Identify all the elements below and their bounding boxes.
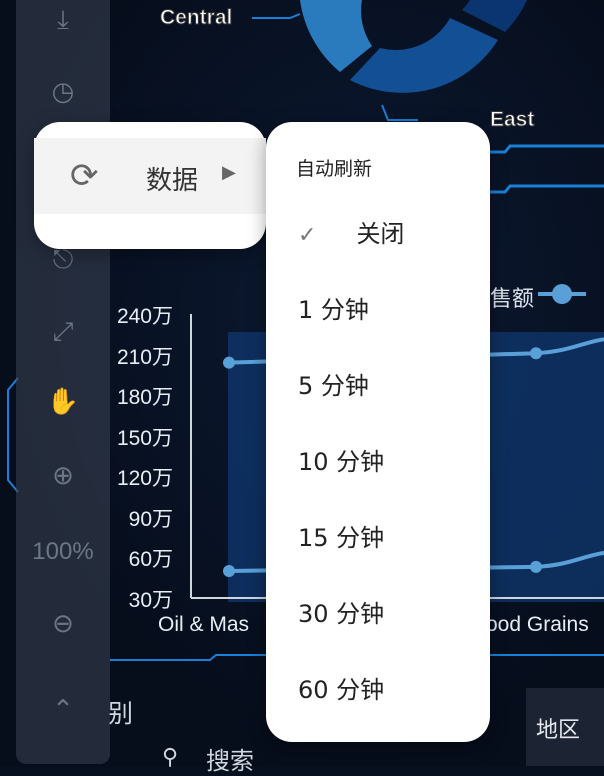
- download-icon[interactable]: ⤓: [16, 4, 110, 36]
- search-icon[interactable]: ⚲: [162, 744, 178, 770]
- submenu-item[interactable]: 60 分钟: [298, 670, 384, 705]
- submenu-item-label: 30 分钟: [298, 600, 385, 628]
- region-label: 地区: [536, 717, 581, 742]
- submenu-item[interactable]: 30 分钟: [298, 594, 384, 629]
- submenu-item-label: 10 分钟: [298, 448, 385, 476]
- submenu-item-label: 60 分钟: [298, 676, 385, 704]
- chevron-up-icon[interactable]: ⌃: [16, 694, 110, 725]
- submenu-arrow-icon: ▶: [222, 162, 236, 182]
- category-label: 别: [108, 700, 134, 728]
- x-label-1: ood Grains: [486, 613, 589, 636]
- zoom-out-icon[interactable]: ⊖: [16, 608, 110, 639]
- zoom-in-icon[interactable]: ⊕: [16, 460, 110, 491]
- donut-label-east: East: [489, 108, 535, 132]
- check-icon: ✓: [298, 223, 317, 248]
- submenu-item[interactable]: 10 分钟: [298, 442, 384, 477]
- auto-refresh-submenu: 自动刷新 ✓ 关闭 1 分钟 5 分钟 10 分钟 15 分钟 30 分钟 60 分钟: [266, 122, 490, 742]
- legend-label: 售额: [490, 286, 535, 311]
- donut-chart: [300, 0, 527, 93]
- submenu-item-label: 关闭: [356, 220, 405, 248]
- data-point: [530, 560, 542, 573]
- submenu-item[interactable]: 5 分钟: [298, 366, 369, 401]
- donut-segment-east: [350, 18, 498, 93]
- data-point: [223, 356, 235, 369]
- menu-item-label: 数据: [146, 165, 199, 195]
- search-button[interactable]: 搜索: [206, 741, 254, 776]
- refresh-icon: ⟳: [70, 157, 99, 195]
- donut-segment-other: [462, 0, 527, 32]
- menu-item-data[interactable]: ⟳ 数据 ▶: [34, 138, 266, 214]
- submenu-item[interactable]: ✓ 关闭: [298, 214, 404, 249]
- data-point: [223, 564, 235, 577]
- zoom-level: 100%: [32, 538, 94, 565]
- submenu-item[interactable]: 1 分钟: [298, 290, 369, 325]
- refresh-clock-icon[interactable]: ◷: [16, 76, 110, 107]
- x-label-0: Oil & Mas: [158, 613, 250, 636]
- donut-label-central: Central: [159, 6, 233, 30]
- submenu-item-label: 5 分钟: [298, 372, 369, 400]
- collapse-icon[interactable]: ⤢: [16, 316, 110, 348]
- context-menu: ⟳ 数据 ▶: [34, 122, 266, 249]
- donut-segment-central: [300, 0, 372, 72]
- data-point: [530, 347, 542, 360]
- submenu-item-label: 15 分钟: [298, 524, 385, 552]
- pan-hand-icon[interactable]: ✋: [16, 386, 110, 417]
- submenu-header: 自动刷新: [296, 159, 373, 180]
- legend-marker: [552, 284, 572, 304]
- submenu-item-label: 1 分钟: [298, 296, 369, 324]
- left-toolbar: ⤓ ◷ ⎋ ⤢ ✋ ⊕ 100% ⊖ ⌃: [16, 0, 110, 764]
- submenu-item[interactable]: 15 分钟: [298, 518, 384, 553]
